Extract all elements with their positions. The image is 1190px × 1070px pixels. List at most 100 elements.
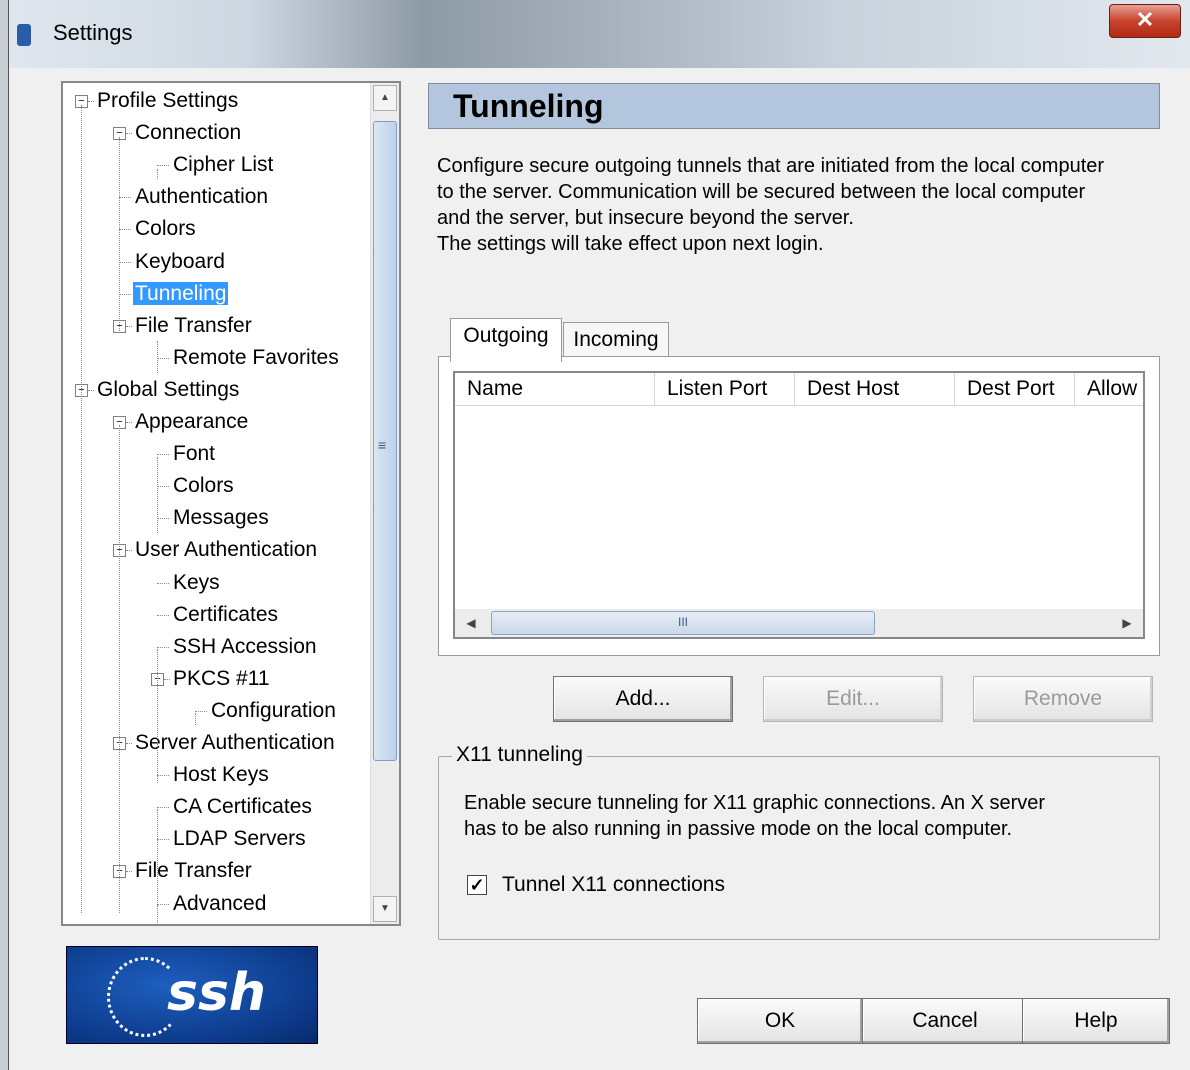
column-header-dest-host[interactable]: Dest Host (795, 373, 955, 405)
column-header-allow[interactable]: Allow (1075, 373, 1143, 405)
tunnel-x11-checkbox[interactable]: ✓ (467, 875, 487, 895)
description-line: to the server. Communication will be sec… (437, 181, 1086, 203)
tree-connector (88, 101, 94, 102)
x11-description: Enable secure tunneling for X11 graphic … (464, 790, 1144, 842)
tree-connector (157, 454, 169, 456)
tree-connector (157, 905, 158, 923)
title-bar[interactable]: Settings ✕ (9, 0, 1190, 68)
tree-connector (157, 486, 169, 488)
settings-tree[interactable]: Profile Settings − Connection − Cipher List A… (61, 81, 401, 926)
description-line: and the server, but insecure beyond the … (437, 207, 854, 229)
tree-vertical-scrollbar[interactable]: ▲ ≡ ▼ (370, 83, 399, 924)
ok-button[interactable]: OK (697, 998, 863, 1044)
tree-item[interactable]: User Authentication (133, 535, 319, 565)
tree-item[interactable]: Colors (133, 214, 198, 244)
arrow-up-icon[interactable]: ▲ (373, 85, 397, 111)
tree-item-label: Colors (135, 217, 196, 241)
tree-item-label: User Authentication (135, 538, 318, 562)
edit-button[interactable]: Edit... (763, 676, 943, 722)
arrow-left-icon[interactable]: ◀ (459, 611, 483, 635)
tree-item-label: Global Settings (97, 377, 240, 401)
close-icon: ✕ (1135, 7, 1155, 32)
list-header: Name Listen Port Dest Host Dest Port All… (455, 373, 1143, 406)
tree-item-label: SSH Accession (173, 634, 317, 658)
tree-item[interactable]: Appearance (133, 407, 250, 437)
tree-item[interactable]: Certificates (171, 600, 280, 630)
tree-connector (126, 871, 132, 873)
arrow-down-icon[interactable]: ▼ (373, 896, 397, 922)
remove-button[interactable]: Remove (973, 676, 1153, 722)
tree-item[interactable]: Connection (133, 118, 243, 148)
tree-connector (157, 457, 158, 533)
tree-item[interactable]: Host Keys (171, 760, 271, 790)
tree-item-label: File Transfer (135, 313, 252, 337)
tree-connector (119, 137, 120, 333)
list-horizontal-scrollbar[interactable]: ◀ III ▶ (455, 609, 1143, 637)
tree-item-label: Messages (173, 506, 269, 530)
column-header-dest-port[interactable]: Dest Port (955, 373, 1075, 405)
tree-item-label: PKCS #11 (173, 666, 270, 690)
tree-item[interactable]: Server Authentication (133, 728, 337, 758)
tree-item[interactable]: Profile Settings (95, 86, 240, 116)
tree-connector (119, 293, 131, 295)
close-button[interactable]: ✕ (1109, 4, 1181, 38)
tree-item-label: Keyboard (135, 249, 225, 273)
tree-item-label: CA Certificates (173, 795, 312, 819)
tree-item-label: Authentication (135, 185, 269, 209)
tree-item[interactable]: Keyboard (133, 247, 227, 277)
column-header-name[interactable]: Name (455, 373, 655, 405)
tunnel-x11-label[interactable]: Tunnel X11 connections (502, 873, 725, 897)
tree-item[interactable]: Remote Favorites (171, 343, 341, 373)
tree-connector (157, 357, 169, 359)
tree-connector (157, 165, 169, 167)
tunnels-list[interactable]: Name Listen Port Dest Host Dest Port All… (453, 371, 1145, 639)
tree-item[interactable]: PKCS #11 (171, 664, 272, 694)
tree-item-label: Configuration (211, 698, 336, 722)
tree-connector (119, 261, 131, 263)
tree-item-label: Host Keys (173, 763, 269, 787)
tree-item[interactable]: Cipher List (171, 150, 275, 180)
tree-connector (157, 614, 169, 616)
tab-panel-outgoing: Name Listen Port Dest Host Dest Port All… (438, 356, 1160, 656)
tree-connector (119, 229, 131, 231)
scroll-grip: ≡ (378, 437, 387, 453)
tree-item[interactable]: Authentication (133, 182, 270, 212)
tree-connector (157, 341, 158, 373)
tree-connector (164, 678, 170, 680)
tree-item[interactable]: File Transfer (133, 311, 254, 341)
tree-item[interactable]: Global Settings (95, 375, 241, 405)
tree-item[interactable]: Tunneling (133, 279, 229, 309)
add-button[interactable]: Add... (553, 676, 733, 722)
column-header-listen-port[interactable]: Listen Port (655, 373, 795, 405)
arrow-right-icon[interactable]: ▶ (1115, 611, 1139, 635)
cancel-button[interactable]: Cancel (862, 998, 1028, 1044)
tab-incoming[interactable]: Incoming (563, 322, 669, 360)
tree-connector (126, 325, 132, 327)
hscroll-thumb[interactable]: III (491, 611, 875, 635)
tree-item[interactable]: Font (171, 439, 217, 469)
tree-connector (157, 839, 169, 841)
tree-connector (126, 743, 132, 744)
tree-item[interactable]: Colors (171, 471, 236, 501)
tree-connector (195, 713, 196, 725)
tree-connector (81, 105, 82, 913)
tree-item[interactable]: SSH Accession (171, 632, 319, 662)
description-line: The settings will take effect upon next … (437, 233, 824, 255)
tree-item-label: Font (173, 442, 216, 466)
tree-item[interactable]: CA Certificates (171, 792, 314, 822)
tree-item[interactable]: Advanced (171, 889, 268, 919)
tree-item[interactable]: Messages (171, 503, 271, 533)
tree-connector (157, 169, 158, 179)
tree-connector (126, 133, 132, 135)
tree-item-label: Cipher List (173, 153, 274, 177)
tree-connector (157, 646, 169, 648)
tree-item[interactable]: Keys (171, 568, 222, 598)
tree-item[interactable]: LDAP Servers (171, 824, 308, 854)
tab-outgoing[interactable]: Outgoing (450, 318, 562, 362)
tree-item-label: LDAP Servers (173, 827, 306, 851)
tree-item[interactable]: Configuration (209, 696, 338, 726)
tree-connector (157, 903, 169, 905)
tree-item[interactable]: File Transfer (133, 856, 254, 886)
tree-connector (157, 649, 158, 783)
help-button[interactable]: Help (1022, 998, 1170, 1044)
